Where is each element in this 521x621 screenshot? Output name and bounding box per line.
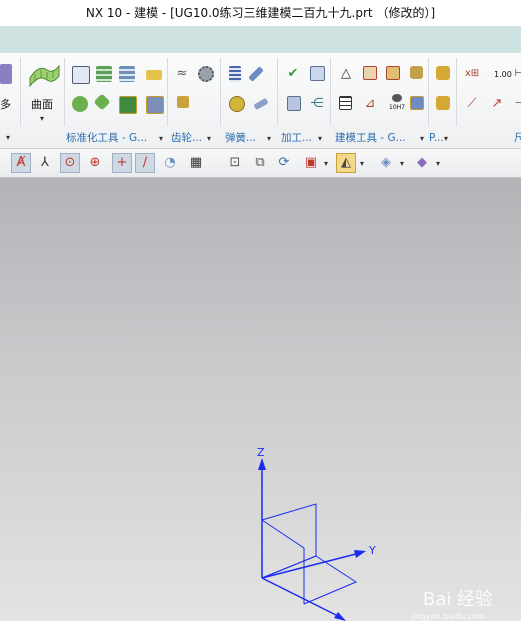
more-icon — [0, 64, 12, 84]
chevron-down-icon[interactable]: ▾ — [420, 134, 424, 144]
ruler-2-icon[interactable]: ⊣ — [510, 96, 521, 112]
gear-wheel-icon[interactable] — [198, 66, 214, 82]
machining-arrow-icon[interactable]: ⋲ — [308, 96, 326, 112]
point-on-curve-icon[interactable]: ∕ — [135, 153, 155, 173]
cube-multi-icon[interactable] — [386, 66, 400, 80]
render-style-icon[interactable]: ◭ — [336, 153, 356, 173]
chevron-down-icon: ▾ — [40, 114, 45, 123]
edit-section-icon[interactable]: ◆ — [412, 153, 432, 173]
cube-link-icon[interactable] — [410, 96, 424, 110]
graphics-viewport[interactable]: Z Y Bai 经验 jingyan.baidu.com — [0, 178, 521, 621]
gear-green-icon[interactable] — [72, 96, 88, 112]
intersect-snap-icon[interactable]: ⅄ — [35, 153, 55, 173]
block-tool-icon[interactable] — [146, 96, 164, 114]
group-label-standard-tools[interactable]: 标准化工具 - G... — [66, 131, 147, 145]
chevron-down-icon[interactable]: ▾ — [400, 159, 404, 169]
chevron-down-icon[interactable]: ▾ — [159, 134, 163, 144]
chevron-down-icon[interactable]: ▾ — [6, 133, 10, 143]
yellow-tool-icon[interactable] — [146, 70, 162, 80]
y-axis-label: Y — [369, 544, 376, 557]
table-red-icon[interactable] — [363, 66, 377, 80]
group-label-modeling-tools[interactable]: 建模工具 - G... — [335, 131, 406, 145]
list-doc-icon[interactable] — [339, 96, 352, 110]
cubes-icon[interactable] — [410, 66, 423, 79]
ruler-icon[interactable]: ⊢ — [510, 66, 521, 82]
chevron-down-icon[interactable]: ▾ — [444, 134, 448, 144]
gear-curve-icon[interactable]: ≈ — [173, 66, 191, 82]
orient-view-icon[interactable]: ▣ — [301, 153, 321, 173]
more-button[interactable]: 多 — [0, 58, 16, 130]
grid-point-icon[interactable]: ▦ — [186, 153, 206, 173]
dimension-icon[interactable]: ⊿ — [361, 96, 379, 112]
surface-button[interactable]: 曲面 ▾ — [26, 58, 62, 130]
chevron-down-icon[interactable]: ▾ — [436, 159, 440, 169]
chevron-down-icon[interactable]: ▾ — [360, 159, 364, 169]
check-icon[interactable]: ✔ — [284, 66, 302, 82]
center-point-icon[interactable]: ⊙ — [60, 153, 80, 173]
machining-table-icon[interactable] — [310, 66, 325, 81]
more-label: 多 — [0, 98, 11, 111]
face-point-icon[interactable]: ◔ — [160, 153, 180, 173]
chevron-down-icon[interactable]: ▾ — [207, 134, 211, 144]
grid-points-icon[interactable] — [72, 66, 90, 84]
slope-icon[interactable]: ⟋ — [463, 96, 481, 112]
chevron-down-icon[interactable]: ▾ — [324, 159, 328, 169]
watermark-url: jingyan.baidu.com — [411, 612, 485, 621]
tolerance-badge-icon[interactable] — [392, 94, 402, 102]
tolerance-text: 10H7 — [389, 104, 405, 111]
window-title: NX 10 - 建模 - [UG10.0练习三维建模二百九十九.prt （修改的… — [0, 0, 521, 26]
z-axis-label: Z — [257, 446, 265, 459]
spring-coil-icon[interactable] — [229, 66, 241, 82]
group-label-p[interactable]: P... — [429, 131, 444, 145]
existing-point-icon[interactable]: + — [112, 153, 132, 173]
triangle-icon[interactable]: △ — [337, 66, 355, 82]
fit-view-icon[interactable]: ⊡ — [225, 153, 245, 173]
gear-box-icon[interactable] — [177, 96, 189, 108]
rotate-view-icon[interactable]: ⟳ — [274, 153, 294, 173]
spring-disc-icon[interactable] — [229, 96, 245, 112]
layers-green-icon[interactable] — [96, 66, 112, 82]
xy-dimension-icon[interactable]: x⊞ — [463, 66, 481, 82]
curve-snap-icon[interactable]: Ⱥ — [11, 153, 31, 173]
group-label-gear[interactable]: 齿轮... — [171, 131, 202, 145]
ribbon-tab-bar — [0, 26, 521, 53]
cube-view-icon[interactable]: ◈ — [376, 153, 396, 173]
wcs-axes — [258, 458, 366, 621]
group-label-spring[interactable]: 弹簧... — [225, 131, 256, 145]
zoom-view-icon[interactable]: ⧉ — [250, 153, 270, 173]
chevron-down-icon[interactable]: ▾ — [267, 134, 271, 144]
gold-cubes-2-icon[interactable] — [436, 96, 450, 110]
surface-icon — [29, 64, 60, 88]
surface-label: 曲面 — [31, 98, 53, 111]
chevron-down-icon[interactable]: ▾ — [318, 134, 322, 144]
group-label-machining[interactable]: 加工... — [281, 131, 312, 145]
machining-sheet-icon[interactable] — [287, 96, 301, 111]
diagonal-dimension-icon[interactable]: ↗ — [488, 96, 506, 112]
stack-icon[interactable] — [119, 66, 135, 82]
gold-cubes-icon[interactable] — [436, 66, 450, 80]
group-label-dimension[interactable]: 尺 — [514, 131, 521, 145]
box-green-icon[interactable] — [119, 96, 137, 114]
quadrant-point-icon[interactable]: ⊕ — [85, 153, 105, 173]
watermark-logo: Bai 经验 — [422, 589, 493, 610]
